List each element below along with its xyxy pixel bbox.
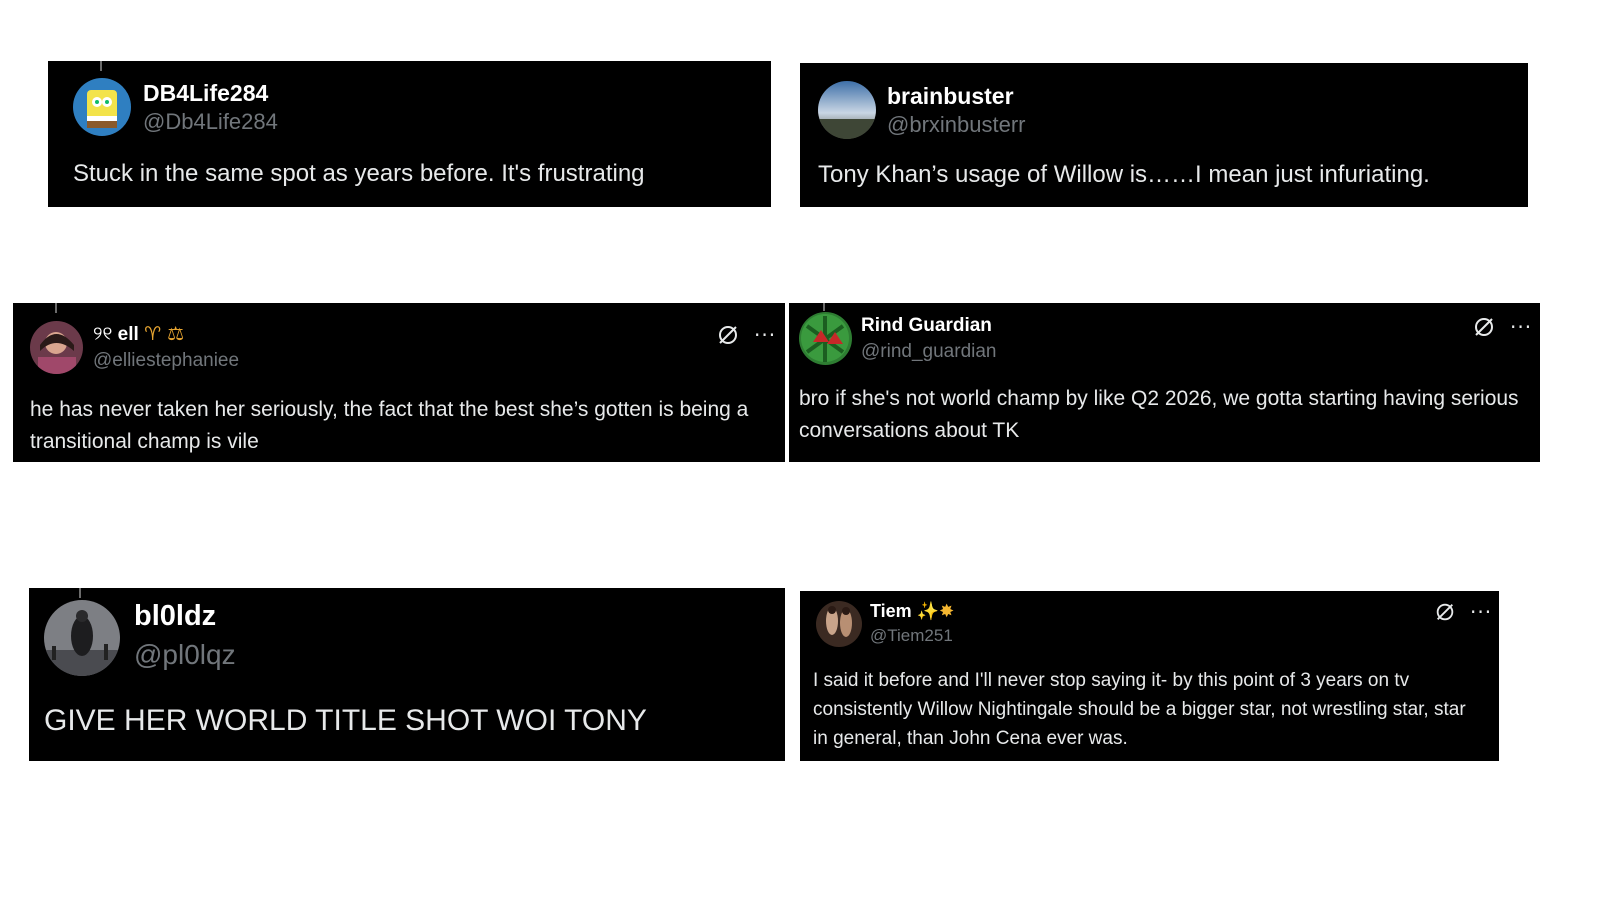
avatar[interactable] <box>73 78 131 136</box>
tweet-text: bro if she's not world champ by like Q2 … <box>799 387 1519 442</box>
grok-icon[interactable] <box>716 323 740 347</box>
thread-tick <box>823 303 825 311</box>
tweet-card: Rind Guardian @rind_guardian ··· bro if … <box>789 303 1540 462</box>
display-name[interactable]: Rind Guardian <box>861 315 992 337</box>
grok-icon[interactable] <box>1434 601 1456 623</box>
handle[interactable]: @pl0lqz <box>134 639 236 671</box>
tweet-text: he has never taken her seriously, the fa… <box>30 398 749 453</box>
display-name[interactable]: brainbuster <box>887 83 1014 110</box>
more-icon[interactable]: ··· <box>1470 602 1492 622</box>
tweet-card: bl0ldz @pl0lqz GIVE HER WORLD TITLE SHOT… <box>29 588 785 761</box>
avatar[interactable] <box>30 321 83 374</box>
avatar[interactable] <box>816 601 862 647</box>
thread-tick <box>79 588 81 598</box>
tweet-actions: ··· <box>1434 601 1492 623</box>
tweet-actions: ··· <box>1472 315 1532 339</box>
tweet-card: DB4Life284 @Db4Life284 Stuck in the same… <box>48 61 771 207</box>
more-icon[interactable]: ··· <box>1510 317 1532 337</box>
display-name-text: ell <box>117 324 139 345</box>
avatar[interactable] <box>799 312 852 365</box>
name-prefix: ୨୧ <box>93 323 113 345</box>
avatar[interactable] <box>44 600 120 676</box>
avatar[interactable] <box>818 81 876 139</box>
tweet-text: GIVE HER WORLD TITLE SHOT WOI TONY <box>44 704 647 737</box>
thread-tick <box>55 303 57 313</box>
name-suffix-emoji: ✨✸ <box>916 601 955 622</box>
display-name[interactable]: ୨୧ ell ♈ ⚖ <box>93 323 184 346</box>
avatar-image <box>818 81 876 139</box>
tweet-text: I said it before and I'll never stop say… <box>813 670 1466 749</box>
avatar-image <box>44 600 120 676</box>
tweet-text: Tony Khan’s usage of Willow is……I mean j… <box>818 161 1430 188</box>
grok-icon[interactable] <box>1472 315 1496 339</box>
name-suffix-emoji: ♈ ⚖ <box>144 323 185 345</box>
tweet-card: ୨୧ ell ♈ ⚖ @elliestephaniee ··· he has n… <box>13 303 785 462</box>
handle[interactable]: @brxinbusterr <box>887 112 1026 138</box>
display-name[interactable]: bl0ldz <box>134 600 216 633</box>
avatar-image <box>799 312 852 365</box>
avatar-image <box>73 78 131 136</box>
display-name[interactable]: DB4Life284 <box>143 80 268 107</box>
tweet-text: Stuck in the same spot as years before. … <box>73 160 645 187</box>
handle[interactable]: @rind_guardian <box>861 341 997 363</box>
display-name[interactable]: Tiem ✨✸ <box>870 601 954 622</box>
tweet-card: Tiem ✨✸ @Tiem251 ··· I said it before an… <box>800 591 1499 761</box>
thread-tick <box>100 61 102 71</box>
display-name-text: Tiem <box>870 601 912 621</box>
handle[interactable]: @elliestephaniee <box>93 350 239 372</box>
tweet-card: brainbuster @brxinbusterr Tony Khan’s us… <box>800 63 1528 207</box>
handle[interactable]: @Db4Life284 <box>143 109 278 135</box>
tweet-actions: ··· <box>716 323 776 347</box>
handle[interactable]: @Tiem251 <box>870 626 953 646</box>
avatar-image <box>816 601 862 647</box>
more-icon[interactable]: ··· <box>754 325 776 345</box>
avatar-image <box>30 321 83 374</box>
